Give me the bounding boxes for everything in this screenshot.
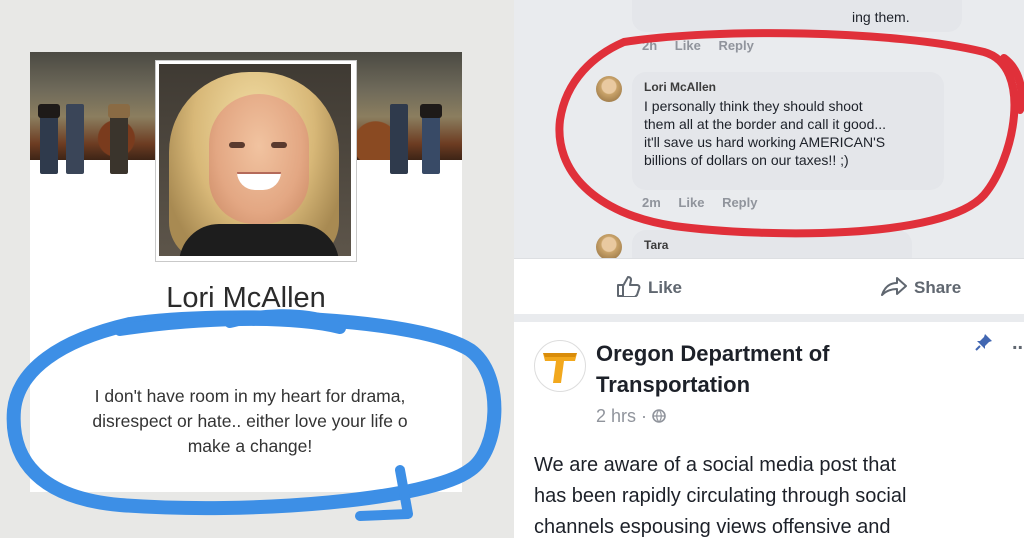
comment-meta: 2h Like Reply bbox=[642, 38, 768, 53]
comment-reply-link[interactable]: Reply bbox=[718, 38, 753, 53]
globe-icon bbox=[652, 409, 666, 423]
page-name[interactable]: Oregon Department of Transportation bbox=[596, 338, 926, 400]
more-options-button[interactable]: ... bbox=[1012, 332, 1024, 355]
like-button-label: Like bbox=[648, 278, 683, 297]
dot-separator: · bbox=[641, 406, 648, 426]
comment-bubble: Lori McAllen I personally think they sho… bbox=[632, 72, 944, 190]
post-time: 2 hrs bbox=[596, 406, 637, 426]
share-button-label: Share bbox=[914, 278, 962, 297]
cover-figure bbox=[66, 104, 84, 174]
comment-author[interactable]: Lori McAllen bbox=[644, 80, 716, 94]
comment-time: 2m bbox=[642, 195, 661, 210]
avatar-eye bbox=[271, 142, 287, 148]
avatar-eye bbox=[229, 142, 245, 148]
comment-reply-link[interactable]: Reply bbox=[722, 195, 757, 210]
comment-time: 2h bbox=[642, 38, 658, 53]
post-text: We are aware of a social media post that… bbox=[534, 454, 907, 538]
avatar-face bbox=[209, 94, 309, 224]
comment-text: ing them. bbox=[852, 9, 910, 25]
cover-boot bbox=[108, 104, 130, 118]
profile-picture[interactable] bbox=[159, 64, 351, 256]
comment-meta: 2m Like Reply bbox=[642, 195, 771, 210]
commenter-avatar[interactable] bbox=[596, 76, 622, 102]
post-action-bar: Like Share bbox=[514, 258, 1024, 316]
page-avatar[interactable] bbox=[534, 340, 586, 392]
cover-boot bbox=[420, 104, 442, 118]
feed-divider bbox=[514, 314, 1024, 322]
profile-screenshot: Lori McAllen I don't have room in my hea… bbox=[0, 0, 514, 538]
comments-area: ing them. 2h Like Reply Lori McAllen I p… bbox=[514, 0, 1024, 270]
profile-name: Lori McAllen bbox=[166, 282, 326, 314]
share-arrow-icon bbox=[881, 277, 907, 296]
comment-like-link[interactable]: Like bbox=[678, 195, 704, 210]
cover-figure bbox=[390, 104, 408, 174]
comment-author[interactable]: Tara bbox=[644, 238, 668, 252]
comment-text: I personally think they should shoot the… bbox=[644, 98, 887, 168]
avatar-jacket bbox=[179, 224, 339, 256]
comment-like-link[interactable]: Like bbox=[675, 38, 701, 53]
share-button[interactable]: Share bbox=[880, 275, 961, 298]
odot-logo-icon bbox=[543, 353, 577, 383]
comment-bubble: ing them. bbox=[632, 0, 962, 32]
thumbs-up-icon bbox=[617, 276, 641, 298]
profile-bio: I don't have room in my heart for drama,… bbox=[92, 386, 408, 456]
post-timestamp[interactable]: 2 hrs · bbox=[596, 406, 666, 427]
commenter-avatar[interactable] bbox=[596, 234, 622, 260]
pin-icon[interactable] bbox=[974, 332, 994, 352]
cover-boot bbox=[38, 104, 60, 118]
facebook-screenshot: ing them. 2h Like Reply Lori McAllen I p… bbox=[514, 0, 1024, 538]
odot-post: Oregon Department of Transportation 2 hr… bbox=[514, 322, 1024, 538]
like-button[interactable]: Like bbox=[616, 275, 682, 298]
